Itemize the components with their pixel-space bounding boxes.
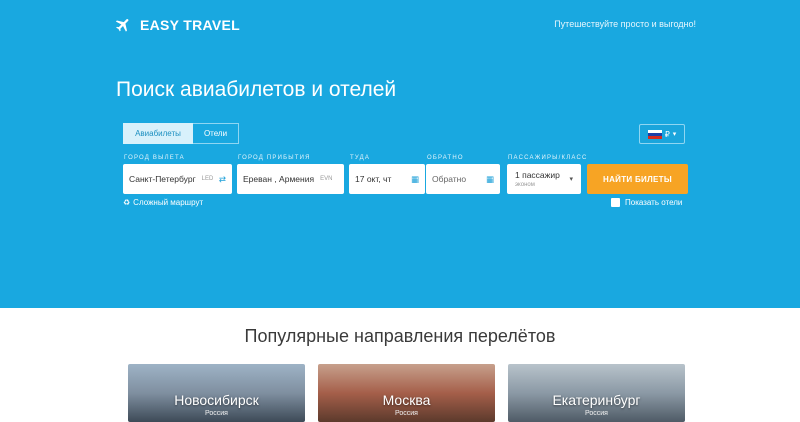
airplane-icon [115, 19, 129, 32]
currency-symbol: ₽ [664, 129, 670, 139]
return-date-placeholder: Обратно [432, 174, 467, 184]
class-value: эконом [515, 182, 535, 188]
chevron-down-icon: ▾ [672, 131, 677, 138]
from-value: Санкт-Петербург [129, 174, 196, 184]
chevron-down-icon: ▾ [569, 176, 573, 183]
from-code: LED [201, 176, 214, 182]
depart-date-field[interactable]: 17 окт, чт ▦ [349, 164, 425, 194]
search-button[interactable]: НАЙТИ БИЛЕТЫ [587, 164, 688, 194]
complex-route-link[interactable]: ♻ Сложный маршрут [123, 198, 203, 207]
swap-icon[interactable]: ⇄ [219, 174, 226, 185]
calendar-icon: ▦ [410, 173, 419, 184]
to-field[interactable]: Ереван , Армения EVN [237, 164, 344, 194]
from-label: Город вылета [124, 155, 185, 161]
logo-text: EASY TRAVEL [140, 17, 241, 33]
to-code: EVN [320, 176, 333, 182]
depart-date-value: 17 окт, чт [355, 174, 392, 184]
logo[interactable]: EASY TRAVEL [114, 16, 240, 34]
destination-card[interactable]: Екатеринбург Россия [508, 364, 685, 422]
complex-route-label: Сложный маршрут [133, 198, 204, 207]
return-date-field[interactable]: Обратно ▦ [426, 164, 500, 194]
recycle-icon: ♻ [123, 198, 131, 207]
popular-title: Популярные направления перелётов [244, 326, 556, 346]
russia-flag-icon [647, 129, 662, 139]
passengers-field[interactable]: 1 пассажир эконом ▾ [507, 164, 581, 194]
currency-selector[interactable]: ₽ ▾ [639, 124, 685, 144]
card-city: Новосибирск [174, 392, 259, 408]
hero-section: EASY TRAVEL Путешествуйте просто и выгод… [0, 0, 800, 308]
search-tabs: Авиабилеты Отели [123, 123, 239, 144]
to-label: Город прибытия [238, 155, 311, 161]
passengers-value: 1 пассажир [515, 170, 560, 180]
there-label: Туда [350, 155, 371, 161]
destination-card[interactable]: Новосибирск Россия [128, 364, 305, 422]
tagline: Путешествуйте просто и выгодно! [554, 19, 696, 29]
back-label: Обратно [427, 155, 464, 161]
calendar-icon: ▦ [485, 173, 494, 184]
passengers-label: Пассажиры/класс [508, 155, 588, 161]
card-city: Екатеринбург [552, 392, 641, 408]
destination-card[interactable]: Москва Россия [318, 364, 495, 422]
checkbox-box[interactable] [611, 198, 620, 207]
card-country: Россия [585, 410, 608, 417]
destination-cards: Новосибирск Россия Москва Россия Екатери… [128, 364, 685, 422]
page-title: Поиск авиабилетов и отелей [116, 78, 397, 101]
card-country: Россия [395, 410, 418, 417]
show-hotels-checkbox[interactable]: Показать отели [611, 198, 682, 207]
card-city: Москва [382, 392, 431, 408]
show-hotels-label: Показать отели [625, 198, 683, 207]
tab-flights[interactable]: Авиабилеты [123, 123, 193, 144]
from-field[interactable]: Санкт-Петербург LED ⇄ [123, 164, 232, 194]
card-country: Россия [205, 410, 228, 417]
tab-hotels[interactable]: Отели [193, 123, 239, 144]
to-value: Ереван , Армения [243, 174, 315, 184]
